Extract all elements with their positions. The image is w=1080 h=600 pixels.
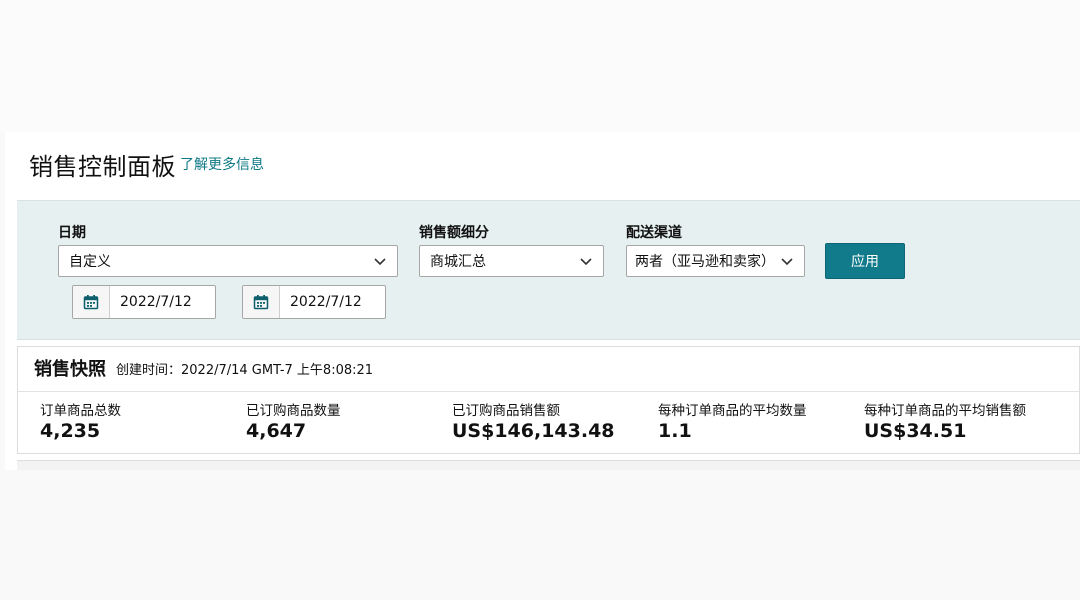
- snapshot-header: 销售快照 创建时间：2022/7/14 GMT-7 上午8:08:21: [34, 353, 373, 383]
- metric-label: 每种订单商品的平均数量: [658, 403, 807, 419]
- sales-breakdown-value: 商城汇总: [430, 254, 486, 270]
- chevron-down-icon: [374, 258, 386, 266]
- fulfillment-channel-value: 两者（亚马逊和卖家）: [635, 254, 775, 270]
- chevron-down-icon: [781, 258, 793, 266]
- metric-label: 已订购商品销售额: [452, 403, 560, 419]
- metric-label: 订单商品总数: [40, 403, 121, 419]
- sales-dashboard: 销售控制面板 了解更多信息 日期 自定义 2022/7/12 2022/7/12…: [5, 132, 1080, 470]
- sales-breakdown-select[interactable]: 商城汇总: [419, 245, 604, 277]
- learn-more-link[interactable]: 了解更多信息: [180, 154, 264, 174]
- end-date-calendar-button[interactable]: [243, 286, 280, 318]
- snapshot-title: 销售快照: [34, 359, 106, 380]
- metric-value: 4,647: [246, 420, 307, 442]
- start-date-value: 2022/7/12: [120, 294, 192, 310]
- bottom-background: [0, 470, 1080, 600]
- top-background: [0, 0, 1080, 132]
- end-date-input[interactable]: 2022/7/12: [242, 285, 386, 319]
- metric-ordered-product-sales: 已订购商品销售额 US$146,143.48: [452, 399, 615, 442]
- chevron-down-icon: [580, 258, 592, 266]
- start-date-calendar-button[interactable]: [73, 286, 110, 318]
- fulfillment-channel-label: 配送渠道: [626, 225, 682, 241]
- metric-total-order-items: 订单商品总数 4,235: [40, 399, 121, 442]
- calendar-icon: [83, 295, 99, 310]
- metric-value: US$34.51: [864, 420, 967, 442]
- date-range-select[interactable]: 自定义: [58, 245, 398, 277]
- start-date-input[interactable]: 2022/7/12: [72, 285, 216, 319]
- metric-label: 每种订单商品的平均销售额: [864, 403, 1026, 419]
- end-date-value: 2022/7/12: [290, 294, 362, 310]
- metric-units-ordered: 已订购商品数量 4,647: [246, 399, 341, 442]
- date-range-value: 自定义: [69, 254, 111, 270]
- fulfillment-channel-select[interactable]: 两者（亚马逊和卖家）: [626, 245, 805, 277]
- metric-avg-sales-per-order-item: 每种订单商品的平均销售额 US$34.51: [864, 399, 1026, 442]
- metric-value: US$146,143.48: [452, 420, 615, 442]
- metric-label: 已订购商品数量: [246, 403, 341, 419]
- page-header: 销售控制面板 了解更多信息: [29, 146, 264, 182]
- date-filter-label: 日期: [58, 225, 86, 241]
- page-title: 销售控制面板: [29, 152, 176, 181]
- snapshot-created-time: 创建时间：2022/7/14 GMT-7 上午8:08:21: [116, 362, 374, 378]
- sales-snapshot: 销售快照 创建时间：2022/7/14 GMT-7 上午8:08:21 订单商品…: [17, 346, 1080, 454]
- filter-panel: 日期 自定义 2022/7/12 2022/7/12 销售额细分 商城汇总 配送…: [17, 200, 1080, 340]
- metric-value: 4,235: [40, 420, 101, 442]
- calendar-icon: [253, 295, 269, 310]
- metric-avg-units-per-order-item: 每种订单商品的平均数量 1.1: [658, 399, 807, 442]
- sales-breakdown-label: 销售额细分: [419, 225, 489, 241]
- next-section-edge: [17, 460, 1080, 470]
- apply-button[interactable]: 应用: [825, 243, 905, 279]
- metric-value: 1.1: [658, 420, 692, 442]
- snapshot-divider: [18, 391, 1079, 392]
